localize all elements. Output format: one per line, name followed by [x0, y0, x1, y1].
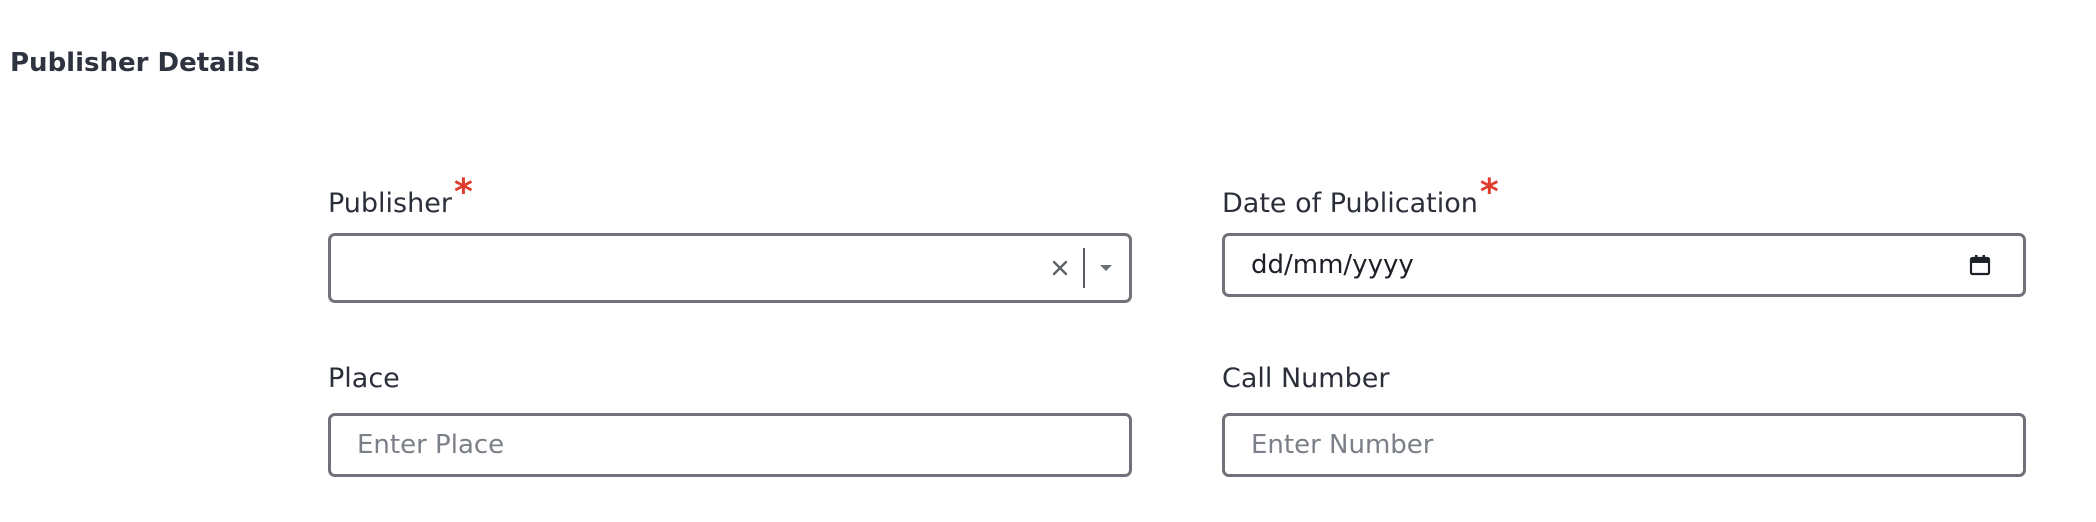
- place-label: Place: [328, 363, 400, 394]
- publisher-label: Publisher*: [328, 175, 473, 221]
- section-title: Publisher Details: [10, 48, 260, 78]
- chevron-down-icon[interactable]: [1091, 253, 1121, 283]
- publisher-required-mark: *: [453, 172, 473, 213]
- date-of-publication-value[interactable]: dd/mm/yyyy: [1225, 250, 1957, 280]
- publisher-select[interactable]: [328, 233, 1132, 303]
- place-input[interactable]: [331, 416, 1129, 474]
- date-of-publication-label-text: Date of Publication: [1222, 188, 1478, 219]
- call-number-input[interactable]: [1225, 416, 2023, 474]
- date-of-publication-input[interactable]: dd/mm/yyyy: [1222, 233, 2026, 297]
- place-field[interactable]: [328, 413, 1132, 477]
- date-of-publication-required-mark: *: [1479, 172, 1499, 213]
- publisher-label-text: Publisher: [328, 188, 452, 219]
- calendar-icon[interactable]: [1957, 242, 2003, 288]
- close-icon[interactable]: [1045, 253, 1075, 283]
- call-number-field[interactable]: [1222, 413, 2026, 477]
- publisher-select-value[interactable]: [331, 236, 1045, 300]
- date-of-publication-label: Date of Publication*: [1222, 175, 1499, 221]
- select-divider: [1083, 248, 1085, 288]
- call-number-label: Call Number: [1222, 363, 1390, 394]
